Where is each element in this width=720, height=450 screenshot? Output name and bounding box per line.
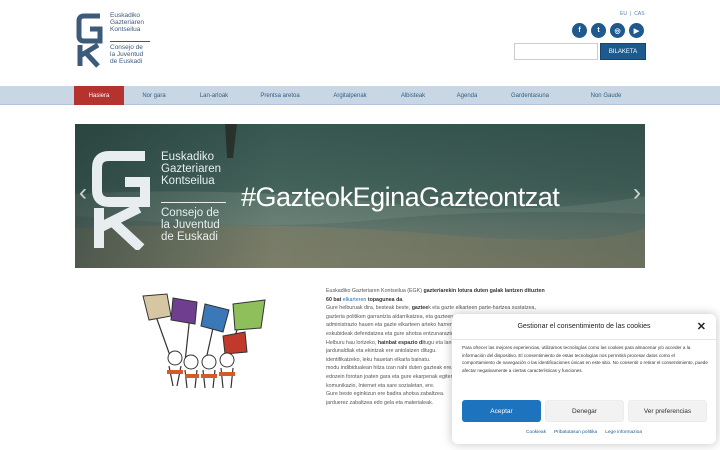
language-switcher: EU | CAS [620, 11, 645, 17]
nav-item-prentsa-aretoa[interactable]: Prentsa aretoa [244, 86, 316, 105]
cookie-links: Cookieak Pribatutasun politika Lege info… [452, 430, 716, 435]
intro-text-segment: komunikazio, Internet eta sare sozialeta… [326, 382, 424, 389]
intro-text-segment: Euskadiko Gazteriaren Kontseilua (EGK) [326, 288, 424, 294]
youtube-icon[interactable]: ▶ [629, 23, 644, 38]
search-button[interactable]: BILAKETA [600, 43, 646, 60]
intro-text-segment: hainbat espazio di [377, 339, 424, 346]
instagram-icon[interactable]: ◎ [610, 23, 625, 38]
preferences-button[interactable]: Ver preferencias [628, 400, 707, 422]
banner-org-line: Gazteriaren [161, 163, 222, 175]
intro-text-segment: Gure beste eginkizun ere badira aho [326, 391, 412, 398]
intro-text-segment: . [402, 296, 404, 303]
lang-cas-link[interactable]: CAS [634, 11, 644, 17]
lang-separator: | [629, 11, 632, 17]
intro-text-segment: topagunea da [366, 296, 403, 303]
nav-item-nor-gara[interactable]: Nor gara [124, 86, 184, 105]
intro-text-segment: identifikatzeko, leku hauetan elkarla ba… [326, 356, 426, 363]
intro-text-segment: ak. [426, 399, 434, 406]
twitter-icon[interactable]: t [591, 23, 606, 38]
cookie-divider [452, 339, 716, 340]
cookie-policy-link[interactable]: Cookieak [526, 430, 546, 435]
nav-item-hasiera[interactable]: Hasiera [74, 86, 124, 105]
intro-text-segment: Gure helburuak dira, besteak beste, [326, 305, 412, 312]
banner-org-line: Consejo de [161, 207, 220, 219]
social-links: f t ◎ ▶ [572, 23, 644, 38]
intro-text-segment: u. [425, 356, 431, 363]
intro-text-segment: ere. [423, 382, 435, 389]
egk-logo-icon [76, 13, 103, 68]
site-logo[interactable]: Euskadiko Gazteriaren Kontseilua Consejo… [76, 10, 186, 72]
logo-es-line: de Euskadi [110, 58, 143, 65]
nav-items: Hasiera Nor gara Lan-arloak Prentsa aret… [74, 86, 644, 105]
logo-divider [110, 41, 150, 42]
nav-item-agenda[interactable]: Agenda [442, 86, 492, 105]
banner-divider [161, 202, 226, 203]
legal-info-link[interactable]: Lege informazioa [605, 430, 642, 435]
banner-org-basque: Euskadiko Gazteriaren Kontseilua [161, 151, 251, 187]
cookie-buttons: Aceptar Denegar Ver preferencias [462, 400, 707, 422]
accept-button[interactable]: Aceptar [462, 400, 541, 422]
logo-text-spanish: Consejo de la Juventud de Euskadi [110, 44, 180, 65]
intro-text-segment: n ditugu. [416, 348, 437, 355]
main-nav: Hasiera Nor gara Lan-arloak Prentsa aret… [0, 86, 720, 105]
intro-text-segment: gazteak ere. [422, 365, 453, 372]
intro-text-segment: jarduerez zabaltzea edo gela eta materia… [326, 399, 427, 406]
deny-button[interactable]: Denegar [545, 400, 624, 422]
banner-org-line: de Euskadi [161, 231, 218, 243]
intro-text-segment: Helburu hau lortzeko, [326, 339, 378, 346]
intro-text-segment: ekarpenak egiten. [411, 373, 455, 380]
logo-eu-line: Kontseilua [110, 26, 141, 33]
intro-text-line: Gure helburuak dira, besteak beste, gazt… [326, 304, 598, 313]
intro-text-segment: gazteriarekin lotura duten galak lantzen… [423, 288, 545, 294]
intro-text-segment: gazteria politiken garrantzia aldarrikat… [326, 313, 429, 320]
intro-text-segment: tsa zabaltzea. [411, 391, 445, 398]
intro-text-line: 60 bat elkarteren topagunea da. [326, 296, 598, 305]
banner-egk-logo-icon [92, 151, 150, 250]
site-header: Euskadiko Gazteriaren Kontseilua Consejo… [0, 0, 720, 86]
close-icon[interactable]: ✕ [697, 320, 706, 333]
nav-item-lan-arloak[interactable]: Lan-arloak [184, 86, 244, 105]
facebook-icon[interactable]: f [572, 23, 587, 38]
intro-text-segment: eskubideak defendatzea eta gure ahotsa e… [326, 330, 430, 337]
intro-text-segment: modu indibidualean hitza izan nahi duten [326, 365, 423, 372]
cookie-body-text: Para ofrecer las mejores experiencias, u… [462, 345, 708, 373]
cookie-title: Gestionar el consentimiento de las cooki… [517, 323, 651, 330]
banner-org-spanish: Consejo de la Juventud de Euskadi [161, 207, 251, 243]
logo-es-line: Consejo de [110, 44, 143, 51]
intro-text-segment: gaztee [411, 305, 429, 312]
nav-item-gardentasuna[interactable]: Gardentasuna [492, 86, 568, 105]
banner-org-line: la Juventud [161, 219, 220, 231]
intro-text-line: Euskadiko Gazteriaren Kontseilua (EGK) g… [326, 287, 598, 296]
logo-eu-line: Euskadiko [110, 12, 140, 19]
logo-eu-line: Gazteriaren [110, 19, 144, 26]
search-input[interactable] [514, 43, 598, 60]
privacy-policy-link[interactable]: Pribatutasun politika [554, 430, 597, 435]
lang-eu-link[interactable]: EU [620, 11, 627, 17]
associations-link[interactable]: elkarteren [343, 297, 367, 303]
hero-banner[interactable]: Euskadiko Gazteriaren Kontseilua Consejo… [75, 124, 645, 268]
nav-item-non-gaude[interactable]: Non Gaude [568, 86, 644, 105]
nav-item-argitalpenak[interactable]: Argitalpenak [316, 86, 384, 105]
banner-org-line: Euskadiko [161, 151, 215, 163]
cookie-consent-modal: Gestionar el consentimiento de las cooki… [452, 314, 716, 444]
nav-item-albisteak[interactable]: Albisteak [384, 86, 442, 105]
intro-text-segment: 60 bat [326, 296, 343, 303]
intro-text-segment: administrazio hauen eta gazte elkartee [326, 322, 417, 329]
slider-next-arrow-icon[interactable]: › [633, 179, 641, 207]
intro-text-segment: k eta gazte elkarteen parte-hartzea sust… [428, 305, 536, 312]
intro-text-segment: edozein forotan joaten gara eta gure [326, 373, 412, 380]
logo-es-line: la Juventud [110, 51, 144, 58]
slider-prev-arrow-icon[interactable]: ‹ [79, 179, 87, 207]
intro-text-segment: jardunaldiak eta ekintzak ere antolatze [326, 348, 417, 355]
logo-text-basque: Euskadiko Gazteriaren Kontseilua [110, 12, 180, 33]
banner-org-line: Kontseilua [161, 175, 215, 187]
banner-hashtag: #GazteokEginaGazteontzat [241, 182, 560, 212]
youth-flags-illustration [142, 293, 266, 389]
